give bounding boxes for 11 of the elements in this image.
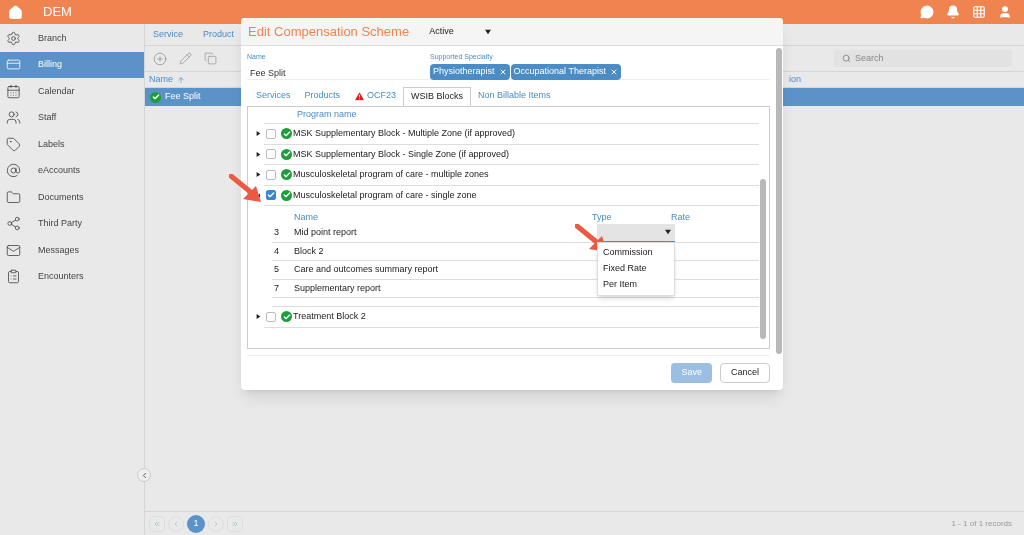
item-name: Mid point report [294,226,358,239]
item-name: Supplementary report [294,281,382,295]
item-number: 3 [273,226,280,239]
item-name: Care and outcomes summary report [294,263,440,276]
item-number: 5 [273,263,280,276]
item-number: 4 [273,244,280,258]
app-title: DEM [43,3,72,22]
item-number: 7 [273,281,280,295]
item-name: Block 2 [294,244,325,258]
records-summary: 1 - 1 of 1 records [951,517,1013,530]
dialog-title: Edit Compensation Scheme [248,22,410,41]
